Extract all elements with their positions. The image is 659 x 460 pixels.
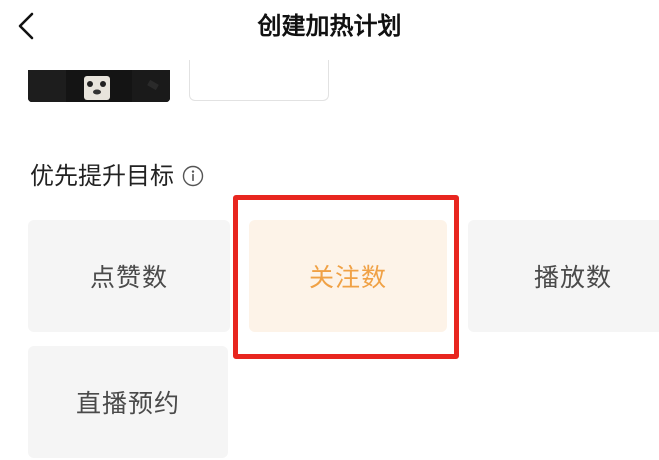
video-thumbnail[interactable]	[28, 70, 170, 102]
priority-goal-section-title: 优先提升目标	[30, 158, 204, 194]
section-title-text: 优先提升目标	[30, 162, 174, 190]
page-title: 创建加热计划	[257, 12, 402, 40]
thumbnail-image	[28, 70, 170, 102]
option-follows[interactable]: 关注数	[249, 220, 447, 332]
option-live-reservation[interactable]: 直播预约	[28, 346, 228, 458]
create-boost-plan-screen: 创建加热计划 优先提升目标 点赞数 关注数 播放数 直播预约	[0, 0, 659, 460]
option-label: 点赞数	[89, 263, 168, 292]
option-likes[interactable]: 点赞数	[28, 220, 230, 332]
option-label: 直播预约	[75, 389, 180, 418]
info-icon[interactable]	[182, 165, 204, 187]
add-video-slot[interactable]	[189, 60, 329, 101]
option-plays[interactable]: 播放数	[468, 220, 659, 332]
option-label: 播放数	[533, 263, 612, 292]
option-label: 关注数	[308, 263, 387, 292]
header: 创建加热计划	[0, 0, 659, 56]
